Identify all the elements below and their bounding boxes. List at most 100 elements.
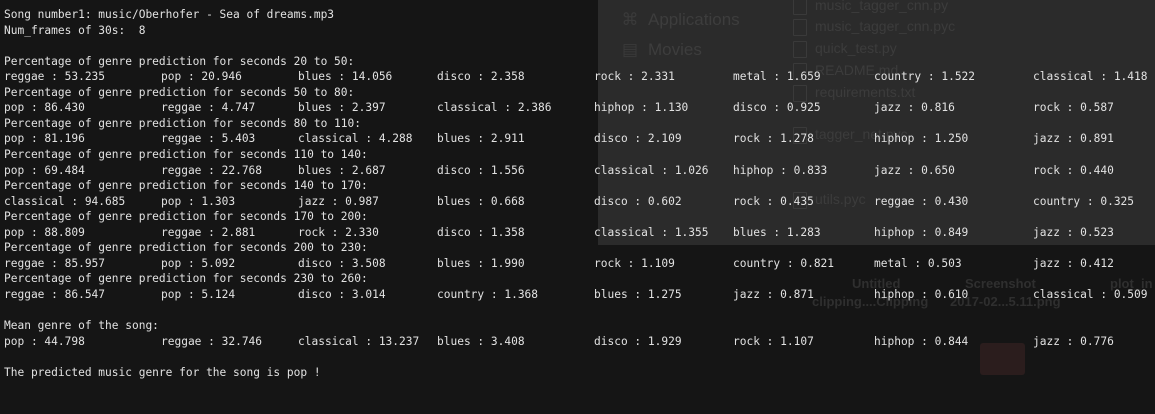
genre-score: jazz : 0.412 xyxy=(1033,256,1114,270)
genre-score: country : 1.522 xyxy=(874,70,976,84)
genre-score: classical : 4.288 xyxy=(298,132,413,146)
terminal-line: The predicted music genre for the song i… xyxy=(4,366,1155,380)
genre-score: pop : 5.092 xyxy=(161,256,236,270)
genre-score: classical : 13.237 xyxy=(298,334,420,348)
terminal-text: Song number1: music/Oberhofer - Sea of d… xyxy=(4,8,335,21)
genre-score: hiphop : 0.849 xyxy=(874,225,969,239)
terminal-line: Percentage of genre prediction for secon… xyxy=(4,55,1155,69)
genre-score: hiphop : 0.844 xyxy=(874,334,969,348)
genre-score: pop : 44.798 xyxy=(4,334,85,348)
genre-score: country : 0.821 xyxy=(733,256,835,270)
terminal-text: Percentage of genre prediction for secon… xyxy=(4,147,368,161)
genre-score: blues : 2.687 xyxy=(298,163,386,177)
terminal-text: Percentage of genre prediction for secon… xyxy=(4,241,368,255)
genre-score: jazz : 0.891 xyxy=(1033,132,1114,146)
genre-score: blues : 2.397 xyxy=(298,101,386,115)
genre-score: disco : 2.109 xyxy=(594,132,682,146)
genre-score: disco : 2.358 xyxy=(437,70,525,84)
genre-score: reggae : 5.403 xyxy=(161,132,256,146)
genre-score: pop : 86.430 xyxy=(4,101,85,115)
genre-score: jazz : 0.650 xyxy=(874,163,955,177)
genre-score: rock : 2.330 xyxy=(298,225,379,239)
genre-score: reggae : 85.957 xyxy=(4,256,106,270)
genre-score: rock : 0.587 xyxy=(1033,101,1114,115)
genre-score: blues : 1.275 xyxy=(594,287,682,301)
genre-score: classical : 94.685 xyxy=(4,194,126,208)
terminal-text: Percentage of genre prediction for secon… xyxy=(4,210,368,224)
genre-score: reggae : 86.547 xyxy=(4,287,106,301)
terminal-line: Percentage of genre prediction for secon… xyxy=(4,241,1155,255)
genre-score: classical : 0.509 xyxy=(1033,287,1148,301)
terminal-line: pop : 88.809 reggae : 2.881 rock : 2.330 di… xyxy=(4,226,1155,240)
terminal-line: pop : 86.430 reggae : 4.747 blues : 2.397 c… xyxy=(4,101,1155,115)
genre-score: rock : 0.435 xyxy=(733,194,814,208)
genre-score: jazz : 0.776 xyxy=(1033,334,1114,348)
terminal-line: reggae : 53.235 pop : 20.946 blues : 14.05… xyxy=(4,70,1155,84)
genre-score: blues : 0.668 xyxy=(437,194,525,208)
terminal-line: Percentage of genre prediction for secon… xyxy=(4,117,1155,131)
genre-score: reggae : 4.747 xyxy=(161,101,256,115)
genre-score: metal : 0.503 xyxy=(874,256,962,270)
genre-score: country : 1.368 xyxy=(437,287,539,301)
terminal-output[interactable]: Song number1: music/Oberhofer - Sea of d… xyxy=(0,0,1155,414)
genre-score: classical : 2.386 xyxy=(437,101,552,115)
genre-score: pop : 88.809 xyxy=(4,225,85,239)
genre-score: reggae : 32.746 xyxy=(161,334,263,348)
terminal-text: Percentage of genre prediction for secon… xyxy=(4,116,361,130)
genre-score: reggae : 53.235 xyxy=(4,70,106,84)
genre-score: pop : 81.196 xyxy=(4,132,85,146)
terminal-line: pop : 69.484 reggae : 22.768 blues : 2.687… xyxy=(4,164,1155,178)
genre-score: disco : 0.925 xyxy=(733,101,821,115)
genre-score: rock : 2.331 xyxy=(594,70,675,84)
genre-score: jazz : 0.987 xyxy=(298,194,379,208)
terminal-line: Num_frames of 30s: 8 xyxy=(4,24,1155,38)
genre-score: rock : 0.440 xyxy=(1033,163,1114,177)
genre-score: blues : 2.911 xyxy=(437,132,525,146)
terminal-line: Percentage of genre prediction for secon… xyxy=(4,86,1155,100)
genre-score: hiphop : 1.250 xyxy=(874,132,969,146)
genre-score: rock : 1.278 xyxy=(733,132,814,146)
terminal-line: Percentage of genre prediction for secon… xyxy=(4,210,1155,224)
terminal-text: Num_frames of 30s: 8 xyxy=(4,23,146,37)
genre-score: pop : 20.946 xyxy=(161,70,242,84)
genre-score: pop : 1.303 xyxy=(161,194,236,208)
genre-score: metal : 1.659 xyxy=(733,70,821,84)
terminal-line: Percentage of genre prediction for secon… xyxy=(4,179,1155,193)
genre-score: blues : 1.990 xyxy=(437,256,525,270)
genre-score: jazz : 0.523 xyxy=(1033,225,1114,239)
genre-score: jazz : 0.871 xyxy=(733,287,814,301)
genre-score: disco : 3.014 xyxy=(298,287,386,301)
genre-score: rock : 1.107 xyxy=(733,334,814,348)
terminal-text: Percentage of genre prediction for secon… xyxy=(4,85,355,99)
terminal-line: pop : 81.196 reggae : 5.403 classical : 4.… xyxy=(4,132,1155,146)
terminal-text: Percentage of genre prediction for secon… xyxy=(4,272,368,286)
genre-score: reggae : 0.430 xyxy=(874,194,969,208)
genre-score: classical : 1.026 xyxy=(594,163,709,177)
genre-score: hiphop : 1.130 xyxy=(594,101,689,115)
genre-score: jazz : 0.816 xyxy=(874,101,955,115)
terminal-line: pop : 44.798 reggae : 32.746 classical : 1… xyxy=(4,335,1155,349)
terminal-text: Mean genre of the song: xyxy=(4,319,159,332)
genre-score: disco : 1.556 xyxy=(437,163,525,177)
genre-score: blues : 14.056 xyxy=(298,70,393,84)
genre-score: blues : 1.283 xyxy=(733,225,821,239)
terminal-text: The predicted music genre for the song i… xyxy=(4,365,321,379)
terminal-line: reggae : 86.547 pop : 5.124 disco : 3.014 c… xyxy=(4,288,1155,302)
genre-score: hiphop : 0.610 xyxy=(874,287,969,301)
terminal-line: Percentage of genre prediction for secon… xyxy=(4,272,1155,286)
genre-score: reggae : 22.768 xyxy=(161,163,263,177)
genre-score: disco : 3.508 xyxy=(298,256,386,270)
terminal-line: classical : 94.685 pop : 1.303 jazz : 0.98… xyxy=(4,195,1155,209)
genre-score: rock : 1.109 xyxy=(594,256,675,270)
genre-score: pop : 5.124 xyxy=(161,287,236,301)
genre-score: reggae : 2.881 xyxy=(161,225,256,239)
genre-score: disco : 0.602 xyxy=(594,194,682,208)
genre-score: hiphop : 0.833 xyxy=(733,163,828,177)
genre-score: pop : 69.484 xyxy=(4,163,85,177)
genre-score: classical : 1.355 xyxy=(594,225,709,239)
terminal-text: Percentage of genre prediction for secon… xyxy=(4,179,368,193)
terminal-line: Song number1: music/Oberhofer - Sea of d… xyxy=(4,8,1155,22)
